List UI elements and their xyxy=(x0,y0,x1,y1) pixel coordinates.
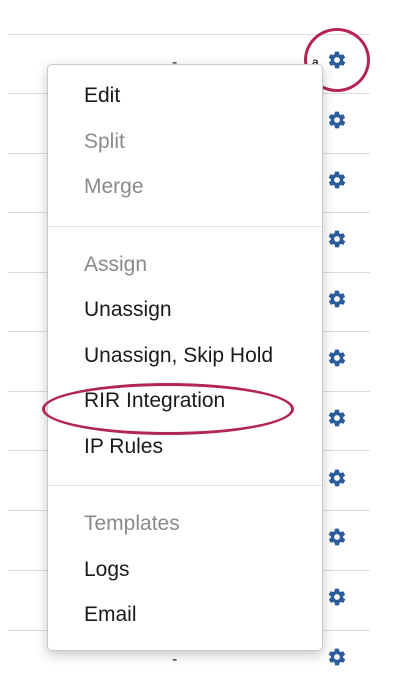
gear-icon[interactable] xyxy=(327,468,347,488)
menu-divider xyxy=(48,225,322,227)
table-cell-value: - xyxy=(172,651,178,668)
gear-icon[interactable] xyxy=(327,50,347,70)
gear-icon[interactable] xyxy=(327,229,347,249)
menu-item-edit[interactable]: Edit xyxy=(84,83,120,109)
gear-icon[interactable] xyxy=(327,587,347,607)
menu-item-email[interactable]: Email xyxy=(84,602,137,628)
gear-icon[interactable] xyxy=(327,408,347,428)
menu-item-merge: Merge xyxy=(84,175,144,198)
menu-item-unassign[interactable]: Unassign xyxy=(84,297,172,323)
gear-icon[interactable] xyxy=(327,110,347,130)
gear-icon[interactable] xyxy=(327,527,347,547)
row-divider xyxy=(8,34,370,35)
menu-item-unassign-skip-hold[interactable]: Unassign, Skip Hold xyxy=(84,343,273,369)
menu-item-split: Split xyxy=(84,129,125,153)
gear-icon[interactable] xyxy=(327,348,347,368)
menu-item-rir-integration[interactable]: RIR Integration xyxy=(84,388,225,414)
gear-icon[interactable] xyxy=(327,289,347,309)
menu-item-logs[interactable]: Logs xyxy=(84,557,130,583)
menu-item-templates: Templates xyxy=(84,512,180,535)
menu-item-ip-rules[interactable]: IP Rules xyxy=(84,434,163,460)
context-menu: Edit Split Merge Assign Unassign Unassign, Sk… xyxy=(42,64,323,651)
menu-divider xyxy=(48,485,322,486)
menu-item-assign: Assign xyxy=(84,252,148,276)
gear-icon[interactable] xyxy=(327,170,347,190)
gear-icon[interactable] xyxy=(327,647,347,667)
